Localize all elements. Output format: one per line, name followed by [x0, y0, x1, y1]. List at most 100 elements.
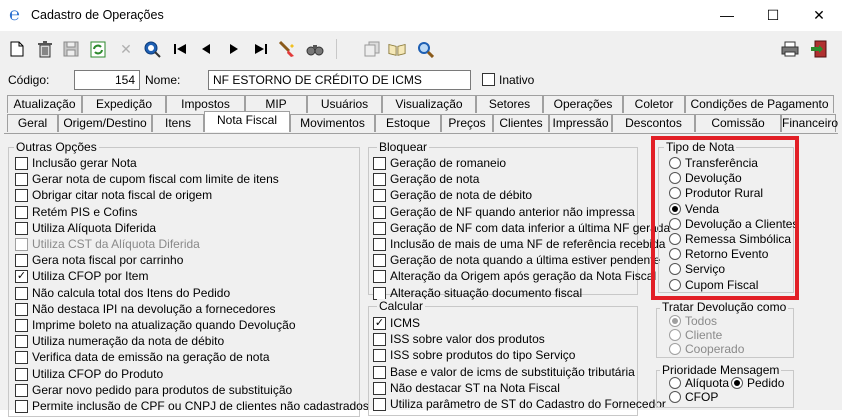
window-title: Cadastro de Operações	[31, 8, 164, 22]
iss-sobre-produtos-do-tipo-servico-label: ISS sobre produtos do tipo Serviço	[390, 348, 576, 363]
utiliza-cst-da-aliquota-diferida-checkbox[interactable]	[15, 238, 28, 251]
tab-geral[interactable]: Geral	[7, 114, 58, 132]
next-record-icon[interactable]	[225, 40, 243, 58]
aliquota-radio[interactable]	[669, 377, 681, 389]
search-icon[interactable]	[143, 40, 161, 58]
tab-nota-fiscal[interactable]: Nota Fiscal	[204, 111, 290, 132]
geracao-de-nota-label: Geração de nota	[390, 172, 480, 187]
nome-field[interactable]: NF ESTORNO DE CRÉDITO DE ICMS	[208, 70, 471, 90]
cooperado-radio[interactable]	[669, 343, 681, 355]
new-document-icon[interactable]	[8, 40, 26, 58]
inclusao-gerar-nota-checkbox[interactable]	[15, 157, 28, 170]
cliente-label: Cliente	[685, 328, 723, 342]
gerar-nota-de-cupom-fiscal-com-limite-de-itens-checkbox[interactable]	[15, 173, 28, 187]
tab-financeiro[interactable]: Financeiro	[781, 114, 838, 132]
codigo-field[interactable]: 154	[74, 70, 140, 90]
cfop-label: CFOP	[685, 390, 719, 404]
geracao-de-nf-com-data-inferior-a-ultima-nf-gerada-checkbox[interactable]	[373, 221, 386, 235]
icms-checkbox[interactable]: ✓	[373, 317, 386, 330]
inclusao-de-mais-de-uma-nf-de-referencia-recebida-label: Inclusão de mais de uma NF de referência…	[390, 237, 666, 251]
tab-usuarios[interactable]: Usuários	[307, 95, 382, 113]
utiliza-aliquota-diferida-checkbox[interactable]	[15, 221, 28, 235]
tab-coletor[interactable]: Coletor	[623, 95, 685, 113]
retem-pis-e-cofins-checkbox[interactable]	[15, 205, 28, 219]
codigo-label: Código:	[8, 73, 50, 87]
find-icon[interactable]	[306, 40, 324, 58]
iss-sobre-valor-dos-produtos-label: ISS sobre valor dos produtos	[390, 332, 545, 347]
nao-destacar-st-na-nota-fiscal-checkbox[interactable]	[373, 381, 386, 395]
utiliza-parametro-de-st-do-cadastro-do-fornecedor-checkbox[interactable]	[373, 398, 386, 411]
tab-impressao[interactable]: Impressão	[549, 114, 612, 132]
gera-nota-fiscal-por-carrinho-checkbox[interactable]	[15, 254, 28, 268]
refresh-icon[interactable]	[89, 40, 107, 58]
alteracao-da-origem-apos-geracao-da-nota-fiscal-checkbox[interactable]	[373, 270, 386, 284]
tab-comissao[interactable]: Comissão	[695, 114, 781, 132]
todos-label: Todos	[685, 314, 718, 328]
geracao-de-nota-quando-a-ultima-estiver-pendente-label: Geração de nota quando a última estiver …	[390, 253, 661, 268]
cancel-icon[interactable]: ✕	[117, 40, 135, 58]
toolbar: ✕	[0, 31, 842, 65]
previous-record-icon[interactable]	[197, 40, 215, 58]
tab-descontos[interactable]: Descontos	[612, 114, 695, 132]
zoom-icon[interactable]	[416, 40, 434, 58]
tab-expedicao[interactable]: Expedição	[82, 95, 166, 113]
nao-calcula-total-dos-itens-do-pedido-checkbox[interactable]	[15, 286, 28, 300]
iss-sobre-valor-dos-produtos-checkbox[interactable]	[373, 333, 386, 347]
verifica-data-de-emissao-na-geracao-de-nota-checkbox[interactable]	[15, 351, 28, 365]
first-record-icon[interactable]	[171, 40, 189, 58]
geracao-de-nf-quando-anterior-nao-impressa-checkbox[interactable]	[373, 205, 386, 219]
gerar-nota-de-cupom-fiscal-com-limite-de-itens-label: Gerar nota de cupom fiscal com limite de…	[32, 172, 279, 187]
utiliza-cfop-do-produto-label: Utiliza CFOP do Produto	[32, 366, 164, 381]
imprime-boleto-na-atualizacao-quando-devolucao-label: Imprime boleto na atualização quando Dev…	[32, 318, 296, 332]
tab-estoque[interactable]: Estoque	[375, 114, 441, 132]
inativo-checkbox[interactable]	[482, 73, 495, 86]
geracao-de-nota-checkbox[interactable]	[373, 173, 386, 187]
tab-precos[interactable]: Preços	[441, 114, 493, 132]
print-icon[interactable]	[781, 40, 799, 58]
last-record-icon[interactable]	[252, 40, 270, 58]
nao-destaca-ipi-na-devolucao-a-fornecedores-label: Não destaca IPI na devolução a fornecedo…	[32, 301, 276, 316]
save-icon[interactable]	[62, 40, 80, 58]
cliente-radio[interactable]	[669, 329, 681, 341]
tab-atualizacao[interactable]: Atualização	[7, 95, 82, 113]
utiliza-cfop-por-item-checkbox[interactable]: ✓	[15, 270, 28, 284]
close-button[interactable]: ✕	[796, 0, 842, 31]
clear-filter-icon[interactable]	[278, 40, 296, 58]
imprime-boleto-na-atualizacao-quando-devolucao-checkbox[interactable]	[15, 319, 28, 332]
minimize-button[interactable]: —	[704, 0, 750, 31]
tab-clientes[interactable]: Clientes	[493, 114, 549, 132]
geracao-de-nota-de-debito-checkbox[interactable]	[373, 189, 386, 203]
tab-itens[interactable]: Itens	[152, 114, 204, 132]
utiliza-numeracao-da-nota-de-debito-checkbox[interactable]	[15, 335, 28, 349]
pedido-radio[interactable]	[731, 377, 743, 389]
inclusao-de-mais-de-uma-nf-de-referencia-recebida-checkbox[interactable]	[373, 238, 386, 251]
copy-icon[interactable]	[363, 40, 381, 58]
tab-origem-destino[interactable]: Origem/Destino	[58, 114, 152, 132]
permite-inclusao-de-cpf-ou-cnpj-de-clientes-nao-cadastrados-checkbox[interactable]	[15, 400, 28, 413]
alteracao-situacao-documento-fiscal-checkbox[interactable]	[373, 286, 386, 300]
cfop-radio[interactable]	[669, 391, 681, 403]
calcular-title: Calcular	[377, 299, 426, 313]
utiliza-cfop-por-item-label: Utiliza CFOP por Item	[32, 269, 149, 284]
utiliza-parametro-de-st-do-cadastro-do-fornecedor-label: Utiliza parâmetro de ST do Cadastro do F…	[390, 397, 666, 411]
maximize-button[interactable]: ☐	[750, 0, 796, 31]
tab-content-border	[4, 133, 838, 134]
gerar-novo-pedido-para-produtos-de-substituicao-checkbox[interactable]	[15, 383, 28, 397]
tab-movimentos[interactable]: Movimentos	[290, 114, 375, 132]
geracao-de-nota-quando-a-ultima-estiver-pendente-checkbox[interactable]	[373, 254, 386, 268]
gera-nota-fiscal-por-carrinho-label: Gera nota fiscal por carrinho	[32, 253, 184, 268]
tab-visualizacao[interactable]: Visualização	[382, 95, 476, 113]
tab-setores[interactable]: Setores	[476, 95, 543, 113]
tab-condicoes-de-pagamento[interactable]: Condições de Pagamento	[685, 95, 834, 113]
open-book-icon[interactable]	[388, 40, 406, 58]
utiliza-cfop-do-produto-checkbox[interactable]	[15, 367, 28, 381]
todos-radio[interactable]	[669, 315, 681, 327]
base-e-valor-de-icms-de-substituicao-tributaria-checkbox[interactable]	[373, 365, 386, 379]
nao-destaca-ipi-na-devolucao-a-fornecedores-checkbox[interactable]	[15, 302, 28, 316]
geracao-de-romaneio-checkbox[interactable]	[373, 157, 386, 170]
delete-icon[interactable]	[36, 40, 54, 58]
iss-sobre-produtos-do-tipo-servico-checkbox[interactable]	[373, 349, 386, 363]
obrigar-citar-nota-fiscal-de-origem-checkbox[interactable]	[15, 189, 28, 203]
tab-operacoes[interactable]: Operações	[543, 95, 623, 113]
exit-icon[interactable]	[810, 40, 828, 58]
